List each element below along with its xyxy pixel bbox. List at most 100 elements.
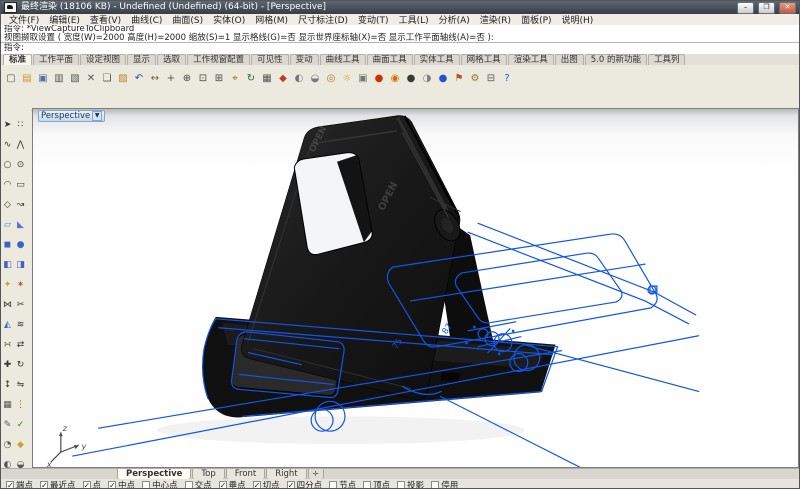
osnap-midpoint-checkbox[interactable]: ✓ xyxy=(108,481,116,489)
osnap-nearest-checkbox[interactable]: ✓ xyxy=(40,481,48,489)
pipe-icon[interactable]: ◨ xyxy=(14,259,27,272)
shaded-viewport-icon[interactable]: ● xyxy=(404,72,418,86)
osnap-midpoint[interactable]: ✓中点 xyxy=(108,479,135,489)
circle-icon[interactable]: ○ xyxy=(1,159,14,172)
perspective-viewport[interactable]: Perspective ▼ xyxy=(32,108,799,468)
minimize-button[interactable]: – xyxy=(737,2,754,14)
osnap-endpoint[interactable]: ✓端点 xyxy=(6,479,33,489)
explode-icon[interactable]: ✶ xyxy=(14,279,27,292)
print-icon[interactable]: ▥ xyxy=(52,72,66,86)
gumball-icon[interactable]: ⋮ xyxy=(14,399,27,412)
move-view-icon[interactable]: + xyxy=(164,72,178,86)
zoom-dynamic-icon[interactable]: ⊕ xyxy=(180,72,194,86)
tab-solid-tools[interactable]: 实体工具 xyxy=(414,54,460,65)
help-icon[interactable]: ? xyxy=(500,72,514,86)
tab-visibility[interactable]: 可见性 xyxy=(251,54,289,65)
mirror-icon[interactable]: ⇋ xyxy=(14,379,27,392)
paste-icon[interactable]: ▨ xyxy=(116,72,130,86)
viewport-title-tab[interactable]: Perspective ▼ xyxy=(38,110,105,122)
move-icon[interactable]: ✚ xyxy=(1,359,14,372)
lock-objects-icon[interactable]: ◒ xyxy=(308,72,322,86)
polygon-icon[interactable]: ◇ xyxy=(1,199,14,212)
copy-view-icon[interactable]: ▧ xyxy=(68,72,82,86)
cylinder-icon[interactable]: ◧ xyxy=(1,259,14,272)
open-file-icon[interactable]: ▤ xyxy=(20,72,34,86)
osnap-center[interactable]: 中心点 xyxy=(142,479,178,489)
zoom-extents-icon[interactable]: ⊞ xyxy=(212,72,226,86)
osnap-project[interactable]: 投影 xyxy=(397,479,424,489)
delete-icon[interactable]: ✕ xyxy=(84,72,98,86)
hide-objects-icon[interactable]: ◐ xyxy=(292,72,306,86)
osnap-center-checkbox[interactable] xyxy=(142,481,150,489)
tab-set-view[interactable]: 设定视图 xyxy=(80,54,126,65)
flag-options-icon[interactable]: ⚑ xyxy=(452,72,466,86)
osnap-knot[interactable]: 节点 xyxy=(329,479,356,489)
rotate-view-icon[interactable]: ↻ xyxy=(244,72,258,86)
check-icon[interactable]: ✓ xyxy=(14,419,27,432)
orient-icon[interactable]: ⇄ xyxy=(14,339,27,352)
arc-icon[interactable]: ◠ xyxy=(1,179,14,192)
new-file-icon[interactable]: ▢ xyxy=(4,72,18,86)
osnap-nearest[interactable]: ✓最近点 xyxy=(40,479,76,489)
tab-surface-tools[interactable]: 曲面工具 xyxy=(367,54,413,65)
tab-curve-tools[interactable]: 曲线工具 xyxy=(320,54,366,65)
osnap-endpoint-checkbox[interactable]: ✓ xyxy=(6,481,14,489)
settings-gears-icon[interactable]: ⚙ xyxy=(468,72,482,86)
tab-drafting[interactable]: 出图 xyxy=(555,54,584,65)
copy-icon[interactable]: ❏ xyxy=(100,72,114,86)
tab-standard[interactable]: 标准 xyxy=(3,54,32,65)
tab-new-in-v5[interactable]: 5.0 的新功能 xyxy=(585,54,647,65)
layer-dialog-icon[interactable]: ◎ xyxy=(324,72,338,86)
pan-icon[interactable]: ↔ xyxy=(148,72,162,86)
tab-select[interactable]: 选取 xyxy=(157,54,186,65)
curve-icon[interactable]: ∿ xyxy=(1,139,14,152)
osnap-vertex-checkbox[interactable] xyxy=(363,481,371,489)
tab-transform[interactable]: 变动 xyxy=(290,54,319,65)
point-icon[interactable]: ∷ xyxy=(14,119,27,132)
osnap-tangent-checkbox[interactable]: ✓ xyxy=(253,481,261,489)
save-icon[interactable]: ▣ xyxy=(36,72,50,86)
osnap-intersection-checkbox[interactable] xyxy=(185,481,193,489)
chevron-down-icon[interactable]: ▼ xyxy=(92,111,102,121)
rendered-viewport-icon[interactable]: ● xyxy=(436,72,450,86)
trim-icon[interactable]: ✂ xyxy=(14,299,27,312)
ghosted-viewport-icon[interactable]: ◑ xyxy=(420,72,434,86)
osnap-point[interactable]: ✓点 xyxy=(83,479,102,489)
rotate-icon[interactable]: ↻ xyxy=(14,359,27,372)
tab-viewport-layout[interactable]: 工作视窗配置 xyxy=(187,54,250,65)
helix-icon[interactable]: ↝ xyxy=(14,199,27,212)
tab-display[interactable]: 显示 xyxy=(127,54,156,65)
close-button[interactable]: ✕ xyxy=(779,2,796,14)
ellipse-icon[interactable]: ⊙ xyxy=(14,159,27,172)
osnap-quadrant[interactable]: ✓四分点 xyxy=(287,479,323,489)
grid-snap-icon[interactable]: ▦ xyxy=(1,399,14,412)
render-icon[interactable]: ● xyxy=(372,72,386,86)
osnap-disable[interactable]: 停用 xyxy=(431,479,458,489)
popup-toolbar-icon[interactable]: ⊟ xyxy=(484,72,498,86)
scale-icon[interactable]: ↕ xyxy=(1,379,14,392)
osnap-tangent[interactable]: ✓切点 xyxy=(253,479,280,489)
analyze-curvature-icon[interactable]: ◔ xyxy=(1,439,14,452)
lamp-icon[interactable]: ☼ xyxy=(340,72,354,86)
app-icon[interactable] xyxy=(4,2,17,13)
lock-icon[interactable]: ▣ xyxy=(356,72,370,86)
zoom-selected-icon[interactable]: ⌖ xyxy=(228,72,242,86)
osnap-project-checkbox[interactable] xyxy=(397,481,405,489)
join-icon[interactable]: ⋈ xyxy=(1,299,14,312)
boolean-union-icon[interactable]: ◭ xyxy=(1,319,14,332)
select-icon[interactable]: ➤ xyxy=(1,119,14,132)
array-icon[interactable]: ∺ xyxy=(1,339,14,352)
named-view-icon[interactable]: ◆ xyxy=(276,72,290,86)
loft-icon[interactable]: ◣ xyxy=(14,219,27,232)
maximize-button[interactable]: ❐ xyxy=(758,2,775,14)
tab-mesh-tools[interactable]: 网格工具 xyxy=(461,54,507,65)
render-preview-icon[interactable]: ◉ xyxy=(388,72,402,86)
rectangle-icon[interactable]: ▭ xyxy=(14,179,27,192)
osnap-disable-checkbox[interactable] xyxy=(431,481,439,489)
fillet-icon[interactable]: ✦ xyxy=(1,279,14,292)
undo-icon[interactable]: ↶ xyxy=(132,72,146,86)
material-icon[interactable]: ◆ xyxy=(14,439,27,452)
zoom-window-icon[interactable]: ⊡ xyxy=(196,72,210,86)
osnap-vertex[interactable]: 顶点 xyxy=(363,479,390,489)
four-viewports-icon[interactable]: ▦ xyxy=(260,72,274,86)
